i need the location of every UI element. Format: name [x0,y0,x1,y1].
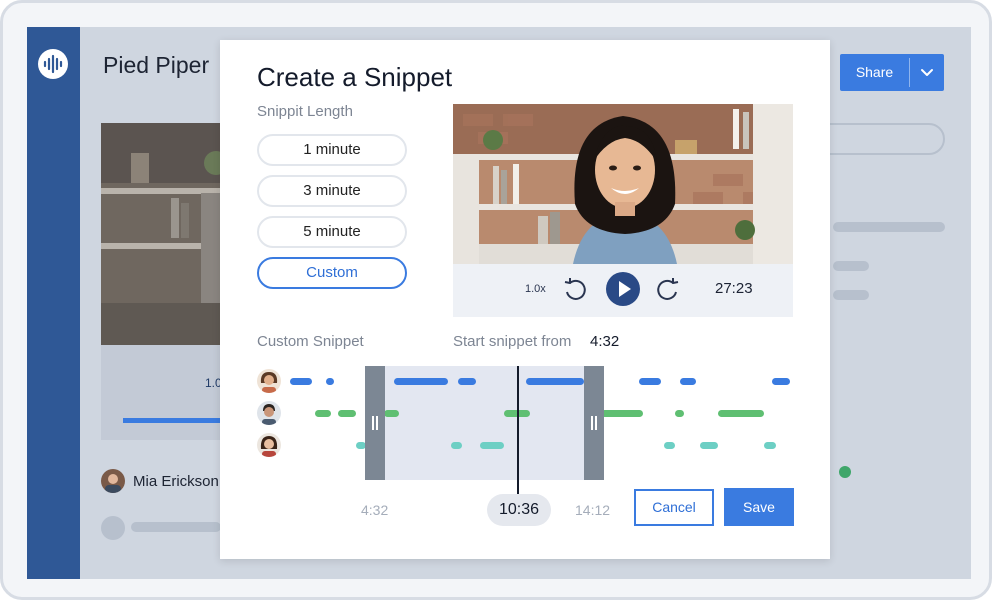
length-option-1-minute[interactable]: 1 minute [257,134,407,166]
sidebar [27,27,80,579]
length-option-custom[interactable]: Custom [257,257,407,289]
player-controls: 1.0x 27:23 [453,264,793,317]
play-icon[interactable] [606,272,640,306]
chevron-down-icon[interactable] [910,54,944,91]
placeholder-avatar [101,516,125,540]
speaker1-segment [526,378,584,385]
placeholder-line [833,222,945,232]
speaker2-segment [338,410,356,417]
speaker2-segment [675,410,684,417]
speaker2-segment [718,410,764,417]
create-snippet-modal: Create a Snippet Snippit Length 1 minute… [220,40,830,559]
logo-waveform-icon[interactable] [38,49,68,79]
player-time: 27:23 [715,280,753,297]
speaker1-segment [639,378,661,385]
share-button-label: Share [855,64,894,80]
speaker1-segment [680,378,696,385]
user-name: Mia Erickson [133,473,219,490]
speaker-avatar [257,433,281,457]
speaker1-segment [326,378,334,385]
placeholder-line [833,261,869,271]
speaker3-segment [664,442,675,449]
speaker3-segment [764,442,776,449]
placeholder-line [833,290,869,300]
rewind-icon[interactable] [561,276,589,304]
speaker3-segment [480,442,504,449]
start-snippet-label: Start snippet from [453,333,572,350]
status-dot [839,466,851,478]
speaker3-segment [700,442,718,449]
speaker1-segment [772,378,790,385]
playback-speed[interactable]: 1.0x [525,283,546,295]
speaker-avatar [257,401,281,425]
snippet-length-label: Snippit Length [257,103,353,120]
avatar [101,469,125,493]
cancel-button[interactable]: Cancel [634,489,714,526]
speaker1-segment [394,378,448,385]
selection-start-handle[interactable] [365,366,385,480]
speaker-avatar [257,369,281,393]
timeline-current-time: 10:36 [487,494,551,526]
save-button[interactable]: Save [724,488,794,526]
fast-forward-icon[interactable] [654,276,682,304]
speaker2-segment [315,410,331,417]
timeline-start-time: 4:32 [361,502,389,518]
speaker3-segment [451,442,462,449]
placeholder-line [131,522,221,532]
timeline-end-time: 14:12 [575,502,611,518]
length-option-5-minute[interactable]: 5 minute [257,216,407,248]
share-button[interactable]: Share [840,54,944,91]
speaker2-segment [384,410,399,417]
video-preview[interactable] [453,104,793,264]
speaker1-segment [290,378,312,385]
speaker1-segment [458,378,476,385]
custom-snippet-label: Custom Snippet [257,333,364,350]
page-title: Pied Piper [103,52,210,78]
speaker2-segment [601,410,643,417]
modal-title: Create a Snippet [257,62,453,92]
selection-end-handle[interactable] [584,366,604,480]
length-option-3-minute[interactable]: 3 minute [257,175,407,207]
start-snippet-value: 4:32 [590,333,620,350]
timeline-playhead[interactable] [517,366,519,496]
